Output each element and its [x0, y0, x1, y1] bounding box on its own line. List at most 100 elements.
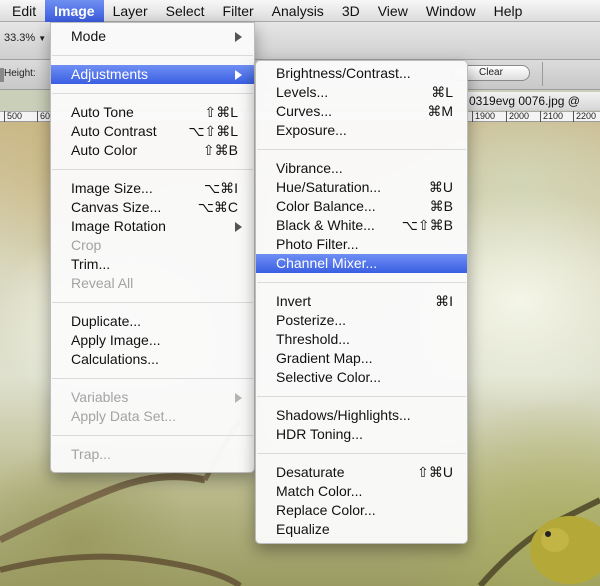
menu-window[interactable]: Window [417, 0, 485, 22]
chevron-down-icon: ▼ [38, 34, 47, 43]
menu-item-duplicate[interactable]: Duplicate... [51, 312, 254, 331]
menu-item-apply-image[interactable]: Apply Image... [51, 331, 254, 350]
menu-item-shortcut: ⇧⌘U [417, 464, 453, 480]
menu-item-shortcut: ⌘B [429, 198, 453, 214]
menu-item-label: Curves... [276, 103, 333, 119]
menu-help[interactable]: Help [485, 0, 532, 22]
menu-item-label: Gradient Map... [276, 350, 373, 366]
menu-item-curves[interactable]: Curves... ⌘M [256, 102, 467, 121]
menu-item-photo-filter[interactable]: Photo Filter... [256, 235, 467, 254]
menu-item-shortcut: ⌥⌘C [197, 199, 238, 215]
menu-separator [257, 453, 466, 454]
menu-item-label: Image Rotation [71, 218, 166, 234]
height-label: Height: [4, 68, 36, 79]
menu-view[interactable]: View [369, 0, 417, 22]
menu-item-channel-mixer[interactable]: Channel Mixer... [256, 254, 467, 273]
menu-item-image-rotation[interactable]: Image Rotation [51, 217, 254, 236]
menu-item-apply-data-set: Apply Data Set... [51, 407, 254, 426]
menu-separator [52, 435, 253, 436]
menu-item-label: Brightness/Contrast... [276, 65, 411, 81]
menu-item-label: Trim... [71, 256, 111, 272]
menu-item-calculations[interactable]: Calculations... [51, 350, 254, 369]
menu-item-shortcut: ⇧⌘L [204, 104, 238, 120]
menu-item-label: Equalize [276, 521, 330, 537]
menu-item-equalize[interactable]: Equalize [256, 520, 467, 539]
menu-item-auto-tone[interactable]: Auto Tone ⇧⌘L [51, 103, 254, 122]
menu-item-shortcut: ⌥⇧⌘L [188, 123, 238, 139]
menu-item-shortcut: ⇧⌘B [202, 142, 238, 158]
menu-item-label: Channel Mixer... [276, 255, 378, 271]
menu-item-label: Variables [71, 389, 129, 405]
submenu-arrow-icon [235, 70, 242, 80]
menu-item-label: Shadows/Highlights... [276, 407, 411, 423]
menu-item-label: Photo Filter... [276, 236, 359, 252]
menu-item-label: Hue/Saturation... [276, 179, 382, 195]
menu-item-posterize[interactable]: Posterize... [256, 311, 467, 330]
menu-edit[interactable]: Edit [0, 0, 45, 22]
menu-3d[interactable]: 3D [333, 0, 369, 22]
menu-item-color-balance[interactable]: Color Balance... ⌘B [256, 197, 467, 216]
menu-item-shortcut: ⌘L [431, 84, 453, 100]
menu-select[interactable]: Select [157, 0, 214, 22]
menu-item-label: Canvas Size... [71, 199, 162, 215]
menu-item-shortcut: ⌘U [428, 179, 453, 195]
menu-item-auto-color[interactable]: Auto Color ⇧⌘B [51, 141, 254, 160]
menu-separator [52, 55, 253, 56]
menu-item-label: Calculations... [71, 351, 159, 367]
image-menu-dropdown: Mode Adjustments Auto Tone ⇧⌘L Auto Contrast… [50, 22, 255, 473]
menu-analysis[interactable]: Analysis [263, 0, 333, 22]
ruler-label: 2200 [573, 111, 596, 122]
menu-item-replace-color[interactable]: Replace Color... [256, 501, 467, 520]
menu-item-label: Threshold... [276, 331, 350, 347]
menu-item-trim[interactable]: Trim... [51, 255, 254, 274]
document-tab[interactable]: 0319evg 0076.jpg @ [466, 92, 600, 110]
menu-item-shadows-highlights[interactable]: Shadows/Highlights... [256, 406, 467, 425]
menu-item-label: Adjustments [71, 66, 149, 82]
menu-item-match-color[interactable]: Match Color... [256, 482, 467, 501]
menu-layer[interactable]: Layer [104, 0, 157, 22]
menu-item-image-size[interactable]: Image Size... ⌥⌘I [51, 179, 254, 198]
menu-separator [257, 396, 466, 397]
menu-item-shortcut: ⌘I [435, 293, 453, 309]
menu-item-mode[interactable]: Mode [51, 27, 254, 46]
submenu-arrow-icon [235, 222, 242, 232]
menu-item-vibrance[interactable]: Vibrance... [256, 159, 467, 178]
menu-item-label: Match Color... [276, 483, 363, 499]
menu-separator [52, 93, 253, 94]
menu-item-label: Auto Tone [71, 104, 134, 120]
menu-item-crop: Crop [51, 236, 254, 255]
menu-item-label: Color Balance... [276, 198, 376, 214]
menu-bar: Edit Image Layer Select Filter Analysis 3D View… [0, 0, 600, 22]
zoom-level-control[interactable]: 33.3% ▼ [4, 32, 46, 44]
menu-item-threshold[interactable]: Threshold... [256, 330, 467, 349]
menu-item-hue-saturation[interactable]: Hue/Saturation... ⌘U [256, 178, 467, 197]
ruler-label: 2000 [506, 111, 529, 122]
menu-item-gradient-map[interactable]: Gradient Map... [256, 349, 467, 368]
menu-item-hdr-toning[interactable]: HDR Toning... [256, 425, 467, 444]
menu-item-desaturate[interactable]: Desaturate ⇧⌘U [256, 463, 467, 482]
menu-item-shortcut: ⌥⇧⌘B [401, 217, 453, 233]
menu-separator [52, 378, 253, 379]
menu-item-brightness-contrast[interactable]: Brightness/Contrast... [256, 64, 467, 83]
menu-item-invert[interactable]: Invert ⌘I [256, 292, 467, 311]
menu-item-exposure[interactable]: Exposure... [256, 121, 467, 140]
menu-item-label: Desaturate [276, 464, 345, 480]
menu-item-levels[interactable]: Levels... ⌘L [256, 83, 467, 102]
menu-item-selective-color[interactable]: Selective Color... [256, 368, 467, 387]
menu-item-label: Selective Color... [276, 369, 382, 385]
menu-item-label: Vibrance... [276, 160, 343, 176]
menu-item-black-white[interactable]: Black & White... ⌥⇧⌘B [256, 216, 467, 235]
ruler-label: 1900 [472, 111, 495, 122]
menu-item-label: Posterize... [276, 312, 347, 328]
menu-item-label: Trap... [71, 446, 111, 462]
submenu-arrow-icon [235, 32, 242, 42]
menu-item-adjustments[interactable]: Adjustments [51, 65, 254, 84]
menu-item-label: Crop [71, 237, 102, 253]
menu-item-auto-contrast[interactable]: Auto Contrast ⌥⇧⌘L [51, 122, 254, 141]
menu-filter[interactable]: Filter [214, 0, 263, 22]
menu-item-canvas-size[interactable]: Canvas Size... ⌥⌘C [51, 198, 254, 217]
menu-item-label: Apply Image... [71, 332, 161, 348]
menu-image[interactable]: Image [45, 0, 104, 22]
menu-item-label: Auto Contrast [71, 123, 157, 139]
menu-item-label: Replace Color... [276, 502, 376, 518]
